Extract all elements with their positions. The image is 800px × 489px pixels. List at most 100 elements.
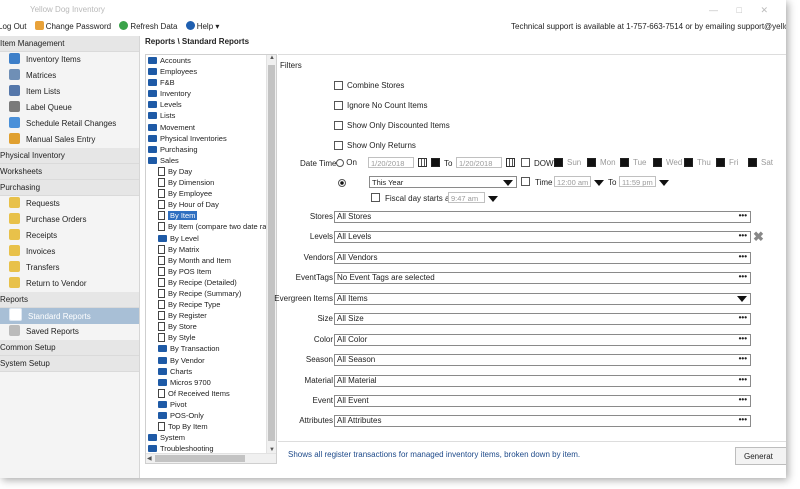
date-period-radio[interactable] [338, 179, 346, 187]
ellipsis-icon[interactable]: ••• [739, 395, 747, 405]
tree-node[interactable]: Employees [146, 66, 266, 77]
tree-node[interactable]: By Day [146, 166, 266, 177]
sidebar-section-2[interactable]: Worksheets [0, 164, 139, 180]
chevron-down-icon[interactable] [737, 296, 747, 302]
ellipsis-icon[interactable]: ••• [739, 415, 747, 425]
fiscal-time-field[interactable]: 9:47 am [448, 192, 485, 203]
dow-checkbox-tue[interactable]: Tue [620, 158, 647, 167]
scroll-left-icon[interactable]: ◀ [147, 455, 152, 462]
dow-checkbox-sun[interactable]: Sun [554, 158, 581, 167]
tree-node[interactable]: By Employee [146, 188, 266, 199]
tree-node[interactable]: By Store [146, 321, 266, 332]
sidebar-item[interactable]: Inventory Items [0, 52, 139, 68]
filter-value-field[interactable]: All Levels ••• [334, 231, 751, 243]
sidebar-item[interactable]: Transfers [0, 260, 139, 276]
show-returns-checkbox[interactable]: Show Only Returns [334, 140, 416, 152]
tree-node[interactable]: By Register [146, 310, 266, 321]
tree-node[interactable]: By Transaction [146, 343, 266, 354]
sidebar-item[interactable]: Requests [0, 196, 139, 212]
time-from-spinner-icon[interactable] [594, 180, 604, 186]
tree-node[interactable]: Movement [146, 122, 266, 133]
tree-node[interactable]: By Month and Item [146, 255, 266, 266]
filter-value-field[interactable]: All Material ••• [334, 375, 751, 387]
tree-node[interactable]: Levels [146, 99, 266, 110]
tree-node[interactable]: By Vendor [146, 355, 266, 366]
filter-value-field[interactable]: All Season ••• [334, 354, 751, 366]
dow-checkbox-fri[interactable]: Fri [716, 158, 738, 167]
tree-node[interactable]: Sales [146, 155, 266, 166]
tree-node[interactable]: F&B [146, 77, 266, 88]
sidebar-item[interactable]: Label Queue [0, 100, 139, 116]
tree-vertical-scrollbar[interactable]: ▲ ▼ [266, 55, 276, 453]
dow-checkbox-thu[interactable]: Thu [684, 158, 711, 167]
time-to-spinner-icon[interactable] [659, 180, 669, 186]
sidebar-section-0[interactable]: Item Management [0, 36, 139, 52]
tree-node[interactable]: By Dimension [146, 177, 266, 188]
ellipsis-icon[interactable]: ••• [739, 375, 747, 385]
date-from-checkbox[interactable] [431, 158, 440, 167]
dow-checkbox[interactable] [521, 158, 530, 167]
tree-node[interactable]: By Recipe (Detailed) [146, 277, 266, 288]
tree-node[interactable]: Inventory [146, 88, 266, 99]
sidebar-item[interactable]: Standard Reports [0, 308, 139, 324]
help-menu[interactable]: Help ▾ [185, 20, 219, 34]
ellipsis-icon[interactable]: ••• [739, 231, 747, 241]
filter-value-field[interactable]: All Attributes ••• [334, 415, 751, 427]
dow-checkbox-mon[interactable]: Mon [587, 158, 616, 167]
ellipsis-icon[interactable]: ••• [739, 313, 747, 323]
tree-node[interactable]: Of Received Items [146, 388, 266, 399]
clear-levels-icon[interactable]: ✖ [753, 229, 764, 245]
tree-node[interactable]: Micros 9700 [146, 377, 266, 388]
sidebar-section-4[interactable]: Reports [0, 292, 139, 308]
tree-node[interactable]: By Matrix [146, 244, 266, 255]
filter-value-field[interactable]: All Color ••• [334, 334, 751, 346]
change-password-button[interactable]: Change Password [34, 20, 111, 34]
tree-node[interactable]: By Recipe Type [146, 299, 266, 310]
logout-button[interactable]: Log Out [0, 20, 26, 34]
tree-node[interactable]: Purchasing [146, 144, 266, 155]
sidebar-item[interactable]: Receipts [0, 228, 139, 244]
date-from-field[interactable]: 1/20/2018 [368, 157, 414, 168]
fiscal-day-checkbox[interactable] [371, 193, 380, 202]
filter-value-field[interactable]: All Size ••• [334, 313, 751, 325]
sidebar-item[interactable]: Schedule Retail Changes [0, 116, 139, 132]
tree-node[interactable]: Physical Inventories [146, 133, 266, 144]
generate-button[interactable]: Generat [735, 447, 786, 465]
sidebar-item[interactable]: Invoices [0, 244, 139, 260]
tree-node[interactable]: System [146, 432, 266, 443]
date-on-radio[interactable]: On [336, 158, 357, 167]
tree-node[interactable]: By Level [146, 233, 266, 244]
combine-stores-checkbox[interactable]: Combine Stores [334, 80, 404, 92]
tree-node[interactable]: Charts [146, 366, 266, 377]
refresh-data-button[interactable]: Refresh Data [119, 20, 177, 34]
ellipsis-icon[interactable]: ••• [739, 211, 747, 221]
dow-checkbox-wed[interactable]: Wed [653, 158, 682, 167]
sidebar-item[interactable]: Item Lists [0, 84, 139, 100]
tree-node[interactable]: By POS Item [146, 266, 266, 277]
sidebar-item[interactable]: Matrices [0, 68, 139, 84]
sidebar-item[interactable]: Manual Sales Entry [0, 132, 139, 148]
ellipsis-icon[interactable]: ••• [739, 272, 747, 282]
chevron-down-icon[interactable] [503, 180, 513, 186]
tree-node[interactable]: Pivot [146, 399, 266, 410]
sidebar-section-5[interactable]: Common Setup [0, 340, 139, 356]
tree-vertical-scroll-thumb[interactable] [268, 65, 275, 441]
sidebar-section-3[interactable]: Purchasing [0, 180, 139, 196]
filter-value-field[interactable]: All Vendors ••• [334, 252, 751, 264]
time-from-field[interactable]: 12:00 am [554, 176, 591, 187]
sidebar-item[interactable]: Return to Vendor [0, 276, 139, 292]
filter-value-field[interactable]: All Event ••• [334, 395, 751, 407]
sidebar-item[interactable]: Saved Reports [0, 324, 139, 340]
ignore-no-count-checkbox[interactable]: Ignore No Count Items [334, 100, 427, 112]
filter-value-field[interactable]: No Event Tags are selected ••• [334, 272, 751, 284]
show-discounted-checkbox[interactable]: Show Only Discounted Items [334, 120, 450, 132]
filter-value-field[interactable]: All Stores ••• [334, 211, 751, 223]
tree-horizontal-scrollbar[interactable]: ◀ [146, 453, 276, 463]
ellipsis-icon[interactable]: ••• [739, 334, 747, 344]
scroll-up-icon[interactable]: ▲ [269, 55, 275, 61]
tree-node[interactable]: POS-Only [146, 410, 266, 421]
tree-node[interactable]: Accounts [146, 55, 266, 66]
sidebar-section-6[interactable]: System Setup [0, 356, 139, 372]
time-checkbox[interactable] [521, 177, 530, 186]
dow-checkbox-sat[interactable]: Sat [748, 158, 773, 167]
